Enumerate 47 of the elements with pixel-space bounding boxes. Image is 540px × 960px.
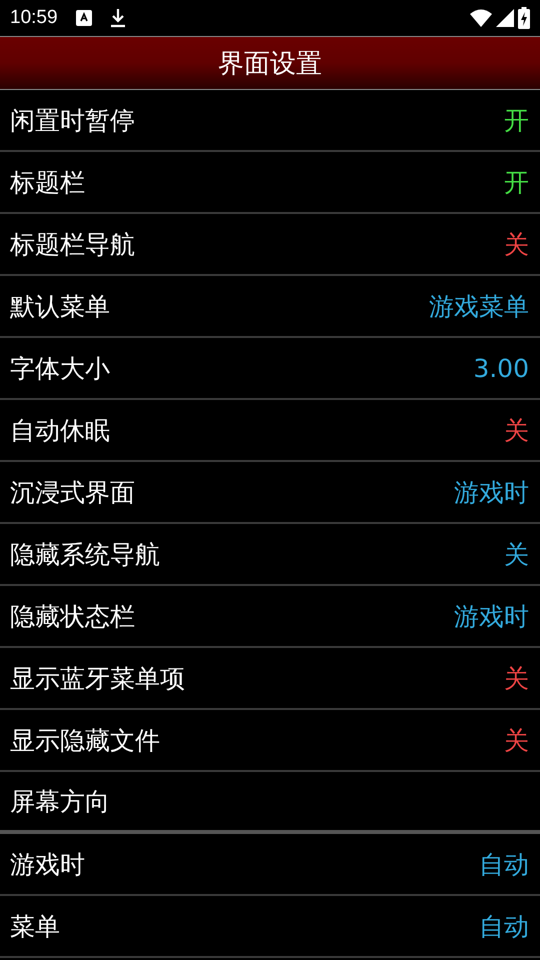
setting-row[interactable]: 闲置时暂停 开	[0, 90, 540, 152]
setting-label: 菜单	[10, 910, 60, 942]
setting-label: 标题栏导航	[10, 228, 135, 260]
setting-value: 自动	[479, 910, 529, 942]
setting-value: 关	[504, 662, 529, 694]
setting-row[interactable]: 默认菜单 游戏菜单	[0, 276, 540, 338]
setting-label: 闲置时暂停	[10, 104, 135, 136]
setting-label: 默认菜单	[10, 290, 110, 322]
setting-label: 游戏时	[10, 848, 85, 880]
battery-icon	[518, 7, 530, 29]
setting-row[interactable]: 自动休眠 关	[0, 400, 540, 462]
keyboard-icon	[76, 10, 92, 26]
setting-row[interactable]: 显示隐藏文件 关	[0, 710, 540, 772]
setting-label: 字体大小	[10, 352, 110, 384]
setting-value: 游戏时	[454, 600, 529, 632]
section-heading: 屏幕方向	[10, 786, 110, 818]
setting-row[interactable]: 显示蓝牙菜单项 关	[0, 648, 540, 710]
setting-value: 自动	[479, 848, 529, 880]
setting-row[interactable]: 隐藏系统导航 关	[0, 524, 540, 586]
setting-value: 游戏时	[454, 476, 529, 508]
setting-value: 关	[504, 228, 529, 260]
setting-row[interactable]: 标题栏导航 关	[0, 214, 540, 276]
setting-label: 标题栏	[10, 166, 85, 198]
setting-label: 沉浸式界面	[10, 476, 135, 508]
setting-value: 关	[504, 724, 529, 756]
setting-label: 隐藏状态栏	[10, 600, 135, 632]
setting-row[interactable]: 标题栏 开	[0, 152, 540, 214]
setting-value: 开	[504, 166, 529, 198]
setting-row[interactable]: 游戏时 自动	[0, 834, 540, 896]
setting-row[interactable]: 菜单 自动	[0, 896, 540, 958]
signal-icon	[496, 9, 514, 27]
setting-value: 开	[504, 104, 529, 136]
screen-title: 界面设置	[0, 36, 540, 90]
setting-value: 关	[504, 538, 529, 570]
setting-label: 显示蓝牙菜单项	[10, 662, 185, 694]
setting-row[interactable]: 沉浸式界面 游戏时	[0, 462, 540, 524]
setting-value: 3.00	[473, 354, 529, 382]
setting-row[interactable]: 字体大小 3.00	[0, 338, 540, 400]
setting-label: 自动休眠	[10, 414, 110, 446]
download-icon	[110, 8, 126, 28]
setting-value: 游戏菜单	[429, 290, 529, 322]
wifi-icon	[470, 9, 492, 27]
setting-row[interactable]: 隐藏状态栏 游戏时	[0, 586, 540, 648]
setting-value: 关	[504, 414, 529, 446]
setting-label: 隐藏系统导航	[10, 538, 160, 570]
clock: 10:59	[10, 7, 58, 29]
setting-label: 显示隐藏文件	[10, 724, 160, 756]
